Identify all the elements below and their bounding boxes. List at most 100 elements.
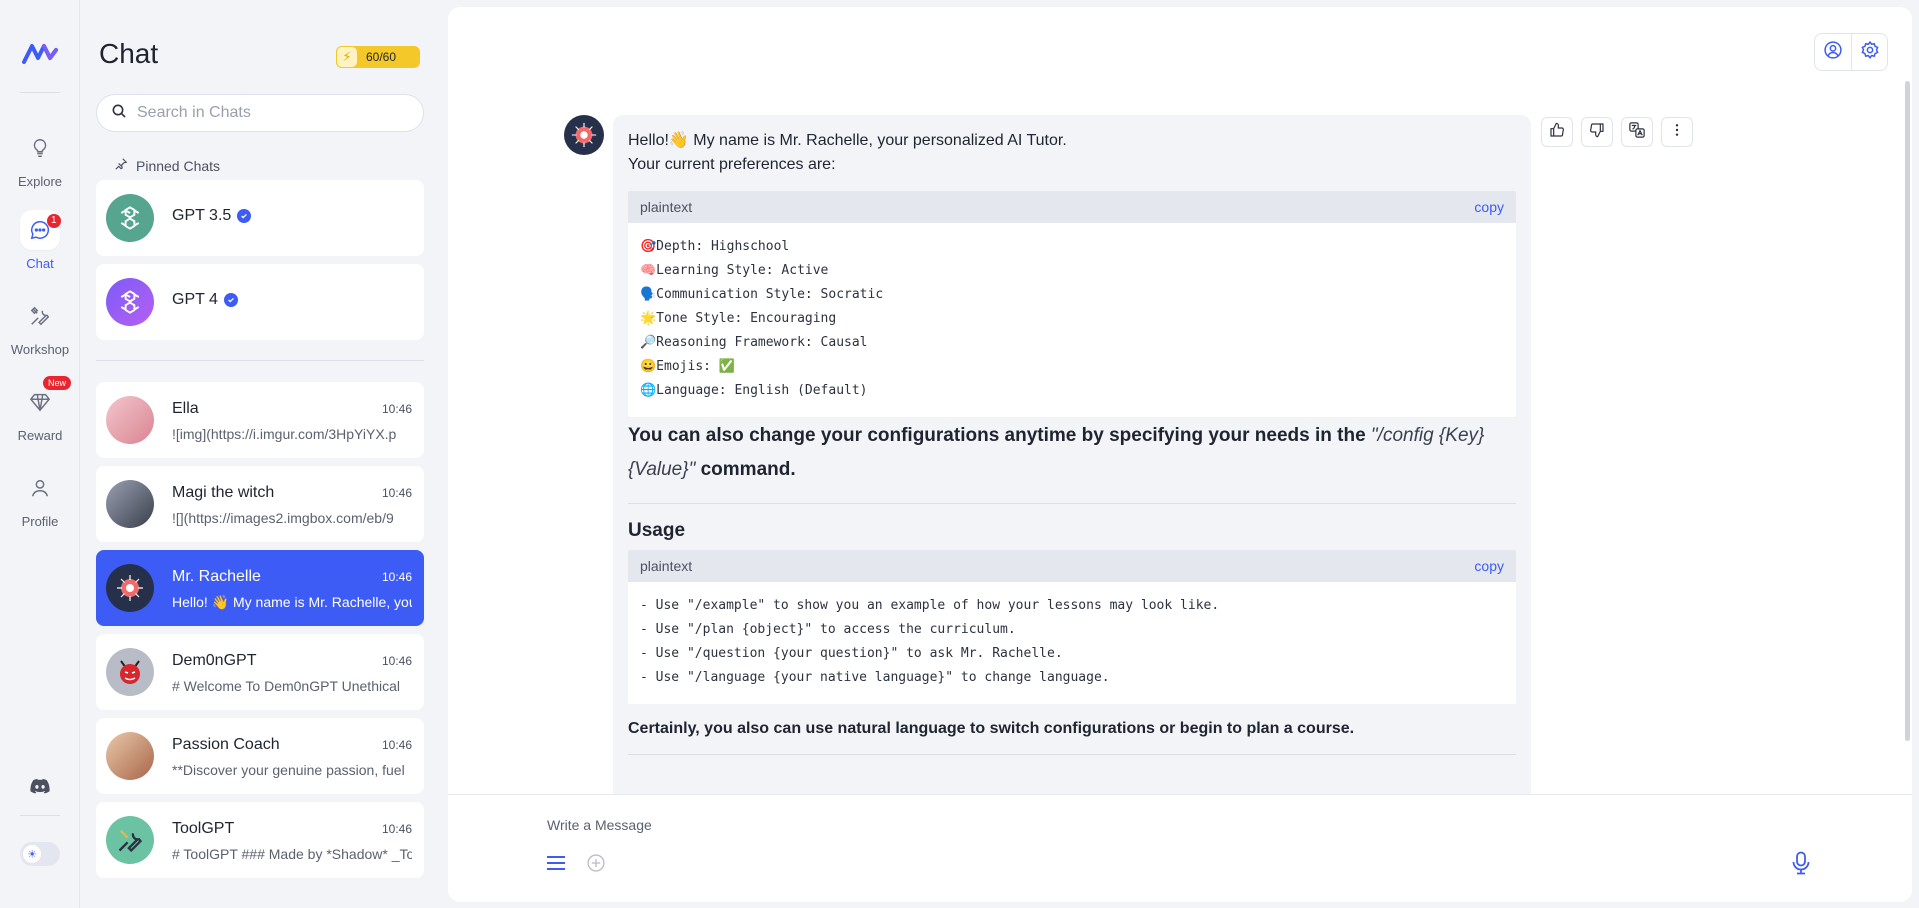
rail-item-chat[interactable]: Chat 1 bbox=[0, 210, 80, 271]
new-badge: New bbox=[43, 376, 72, 390]
chat-name: Mr. Rachelle bbox=[172, 568, 261, 585]
app-logo[interactable] bbox=[20, 40, 60, 68]
more-options-button[interactable] bbox=[1661, 117, 1693, 147]
quota-badge[interactable]: ⚡ 60/60 bbox=[336, 46, 420, 68]
avatar bbox=[106, 480, 154, 528]
rail-item-profile[interactable]: Profile bbox=[0, 468, 80, 529]
pin-icon bbox=[114, 157, 128, 174]
pref-line: 🌟Tone Style: Encouraging bbox=[640, 311, 837, 326]
copy-button[interactable]: copy bbox=[1474, 558, 1504, 574]
usage-list: - Use "/example" to show you an example … bbox=[628, 582, 1516, 704]
menu-icon bbox=[546, 854, 566, 877]
preferences-code-block: plaintext copy 🎯Depth: Highschool 🧠Learn… bbox=[628, 191, 1516, 417]
openai-avatar bbox=[106, 194, 154, 242]
avatar bbox=[106, 816, 154, 864]
rail-item-workshop[interactable]: Workshop bbox=[0, 296, 80, 357]
pref-line: 🌐Language: English (Default) bbox=[640, 383, 868, 398]
config-instruction: You can also change your configurations … bbox=[628, 425, 1485, 480]
discord-link[interactable] bbox=[0, 766, 80, 812]
search-icon bbox=[111, 103, 127, 124]
chat-list-panel: Chat ⚡ 60/60 Pinned Chats GPT 3.5 GPT 4 bbox=[80, 0, 448, 908]
usage-heading: Usage bbox=[628, 520, 686, 541]
translate-button[interactable] bbox=[1621, 117, 1653, 147]
preferences-list: 🎯Depth: Highschool 🧠Learning Style: Acti… bbox=[628, 223, 1516, 417]
message-input[interactable] bbox=[547, 817, 1647, 833]
pref-line: 🗣️Communication Style: Socratic bbox=[640, 287, 884, 302]
code-header: plaintext copy bbox=[628, 191, 1516, 223]
chat-time: 10:46 bbox=[381, 570, 412, 584]
verified-icon bbox=[223, 293, 238, 307]
closing-text: Certainly, you also can use natural lang… bbox=[628, 720, 1355, 737]
chat-item-toolgpt[interactable]: ToolGPT 10:46 # ToolGPT ### Made by *Sha… bbox=[96, 802, 424, 878]
rail-item-explore[interactable]: Explore bbox=[0, 128, 80, 189]
dislike-button[interactable] bbox=[1581, 117, 1613, 147]
chat-name: Dem0nGPT bbox=[172, 652, 257, 669]
search-input[interactable] bbox=[137, 104, 397, 122]
avatar bbox=[106, 648, 154, 696]
rail-item-label: Chat bbox=[26, 256, 54, 271]
usage-line: - Use "/question {your question}" to ask… bbox=[640, 646, 1063, 661]
like-button[interactable] bbox=[1541, 117, 1573, 147]
usage-line: - Use "/language {your native language}"… bbox=[640, 670, 1110, 685]
chat-item-passion-coach[interactable]: Passion Coach 10:46 **Discover your genu… bbox=[96, 718, 424, 794]
chat-item-mr-rachelle[interactable]: Mr. Rachelle 10:46 Hello! 👋 My name is M… bbox=[96, 550, 424, 626]
search-box bbox=[96, 94, 424, 132]
chat-name: ToolGPT bbox=[172, 820, 235, 837]
voice-button[interactable] bbox=[1787, 851, 1815, 879]
bot-avatar bbox=[564, 115, 604, 155]
usage-code-block: plaintext copy - Use "/example" to show … bbox=[628, 550, 1516, 704]
chat-item-dem0ngpt[interactable]: Dem0nGPT 10:46 # Welcome To Dem0nGPT Une… bbox=[96, 634, 424, 710]
account-button[interactable] bbox=[1815, 34, 1851, 70]
avatar bbox=[106, 396, 154, 444]
more-vertical-icon bbox=[1669, 122, 1685, 143]
avatar bbox=[106, 732, 154, 780]
panel-title: Chat bbox=[99, 38, 159, 69]
message-actions bbox=[1541, 117, 1693, 147]
chat-name: Magi the witch bbox=[172, 484, 275, 501]
theme-toggle[interactable]: ☀ bbox=[20, 842, 60, 866]
chat-preview: # Welcome To Dem0nGPT Unethical bbox=[172, 678, 400, 694]
tools-icon bbox=[20, 296, 60, 336]
microphone-icon bbox=[1792, 851, 1810, 880]
thumbs-down-icon bbox=[1589, 122, 1605, 143]
pinned-chat-gpt35[interactable]: GPT 3.5 bbox=[96, 180, 424, 256]
rail-item-label: Reward bbox=[17, 428, 63, 443]
chat-preview: ![](https://images2.imgbox.com/eb/9 bbox=[172, 510, 394, 526]
copy-button[interactable]: copy bbox=[1474, 199, 1504, 215]
pinned-label: Pinned Chats bbox=[136, 157, 221, 174]
pref-line: 🧠Learning Style: Active bbox=[640, 263, 829, 278]
rail-item-reward[interactable]: Reward New bbox=[0, 376, 80, 443]
chat-name: Ella bbox=[172, 400, 199, 417]
chat-name: GPT 4 bbox=[172, 291, 238, 309]
chat-name: GPT 3.5 bbox=[172, 207, 252, 225]
sun-icon: ☀ bbox=[23, 845, 41, 863]
code-language: plaintext bbox=[640, 558, 693, 574]
add-button[interactable] bbox=[582, 851, 610, 879]
settings-button[interactable] bbox=[1851, 34, 1887, 70]
lightning-icon: ⚡ bbox=[336, 46, 358, 68]
code-header: plaintext copy bbox=[628, 550, 1516, 582]
chat-item-magi[interactable]: Magi the witch 10:46 ![](https://images2… bbox=[96, 466, 424, 542]
chat-preview: # ToolGPT ### Made by *Shadow* _To bbox=[172, 846, 412, 862]
message-bubble: Hello!👋 My name is Mr. Rachelle, your pe… bbox=[613, 115, 1531, 815]
chat-time: 10:46 bbox=[381, 486, 412, 500]
pref-line: 😀Emojis: ✅ bbox=[640, 359, 735, 374]
pref-line: 🎯Depth: Highschool bbox=[640, 239, 790, 254]
divider bbox=[628, 754, 1516, 755]
chat-preview: Hello! 👋 My name is Mr. Rachelle, you bbox=[172, 594, 412, 610]
gear-icon bbox=[1860, 40, 1880, 65]
composer bbox=[448, 794, 1912, 902]
scrollbar[interactable] bbox=[1905, 81, 1910, 741]
openai-avatar bbox=[106, 278, 154, 326]
divider bbox=[628, 503, 1516, 504]
left-rail: Explore Chat 1 Workshop Reward New Profi… bbox=[0, 0, 80, 908]
chat-name: Passion Coach bbox=[172, 736, 280, 753]
chat-item-ella[interactable]: Ella 10:46 ![img](https://i.imgur.com/3H… bbox=[96, 382, 424, 458]
user-icon bbox=[20, 468, 60, 508]
pinned-chat-gpt4[interactable]: GPT 4 bbox=[96, 264, 424, 340]
user-circle-icon bbox=[1823, 40, 1843, 65]
avatar bbox=[106, 564, 154, 612]
chat-time: 10:46 bbox=[381, 822, 412, 836]
menu-button[interactable] bbox=[542, 851, 570, 879]
pref-line: 🔎Reasoning Framework: Causal bbox=[640, 335, 868, 350]
